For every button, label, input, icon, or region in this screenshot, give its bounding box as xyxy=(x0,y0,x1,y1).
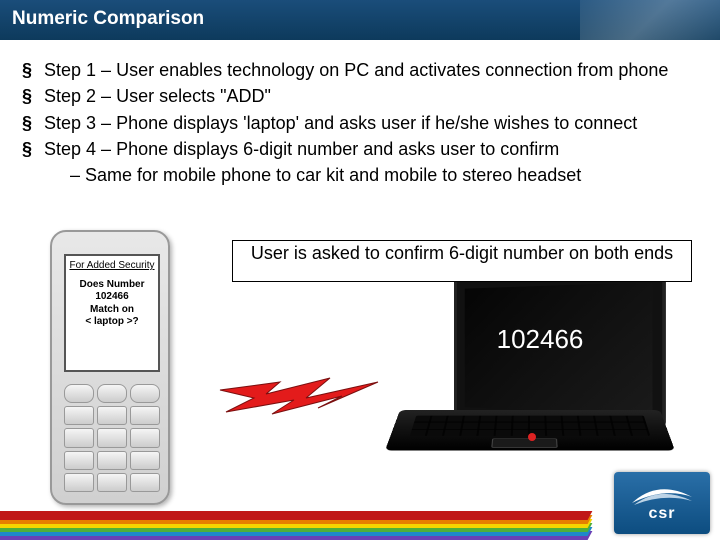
bullet-step-1: § Step 1 – User enables technology on PC… xyxy=(22,58,698,82)
trackpoint-icon xyxy=(528,433,536,441)
bullet-text: Step 1 – User enables technology on PC a… xyxy=(44,58,668,82)
bullet-marker-icon: § xyxy=(22,58,32,82)
mobile-phone: For Added Security Does Number 102466 Ma… xyxy=(50,230,185,510)
bullet-step-4: § Step 4 – Phone displays 6-digit number… xyxy=(22,137,698,161)
logo-text: csr xyxy=(648,505,675,523)
slide-header: Numeric Comparison xyxy=(0,0,720,40)
bullet-text: Step 4 – Phone displays 6-digit number a… xyxy=(44,137,559,161)
rainbow-strip xyxy=(0,512,560,540)
bullet-text: Step 2 – User selects "ADD" xyxy=(44,84,271,108)
laptop: 102466 xyxy=(400,278,670,488)
bullet-marker-icon: § xyxy=(22,111,32,135)
lightning-icon xyxy=(210,360,380,430)
phone-line-laptop: < laptop >? xyxy=(85,316,138,327)
phone-line-security: For Added Security xyxy=(68,260,156,273)
phone-line-does: Does Number xyxy=(79,279,144,290)
phone-line-match: Match on xyxy=(90,304,134,315)
phone-keypad xyxy=(64,384,160,492)
bullet-step-3: § Step 3 – Phone displays 'laptop' and a… xyxy=(22,111,698,135)
callout-text: User is asked to confirm 6-digit number … xyxy=(251,243,673,263)
callout-box: User is asked to confirm 6-digit number … xyxy=(232,240,692,282)
bullet-text: Step 3 – Phone displays 'laptop' and ask… xyxy=(44,111,637,135)
bullet-step-2: § Step 2 – User selects "ADD" xyxy=(22,84,698,108)
sub-bullet: – Same for mobile phone to car kit and m… xyxy=(22,163,698,187)
sub-bullet-text: Same for mobile phone to car kit and mob… xyxy=(85,165,581,185)
phone-line-number: 102466 xyxy=(95,291,128,302)
slide-title: Numeric Comparison xyxy=(12,8,204,29)
content-area: § Step 1 – User enables technology on PC… xyxy=(0,40,720,197)
bullet-list: § Step 1 – User enables technology on PC… xyxy=(22,58,698,187)
bullet-marker-icon: § xyxy=(22,84,32,108)
phone-screen: For Added Security Does Number 102466 Ma… xyxy=(64,254,160,372)
bullet-marker-icon: § xyxy=(22,137,32,161)
laptop-number: 102466 xyxy=(440,324,640,355)
